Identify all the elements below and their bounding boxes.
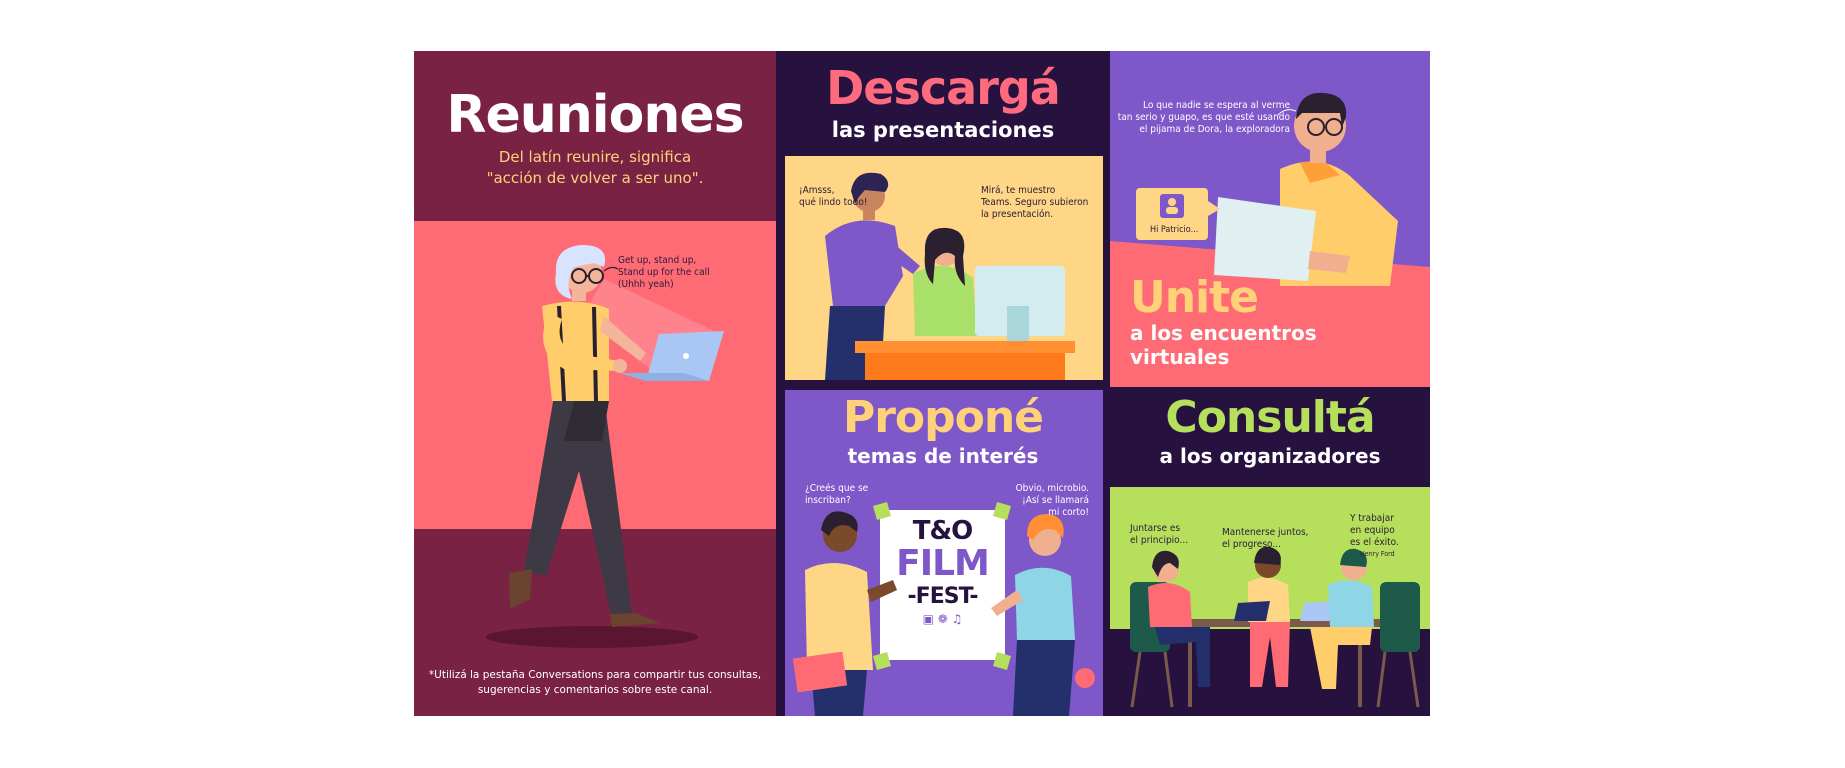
propone-title: Proponé (842, 392, 1044, 443)
consulta-bubble1-1: Juntarse es (1130, 523, 1181, 534)
consulta-bubble3-1: Y trabajar (1350, 513, 1395, 524)
bubble-right-3: la presentación. (981, 209, 1054, 220)
reuniones-definition-1: Del latín reunire, significa (498, 148, 692, 166)
descarga-subtitle: las presentaciones (831, 118, 1055, 142)
speech-line-1: Get up, stand up, (618, 255, 697, 266)
infographic-poster: Reuniones Del latín reunire, significa "… (414, 51, 1430, 716)
unite-speech-3: el pijama de Dora, la exploradora (1139, 124, 1290, 135)
consulta-bubble3-3: es el éxito. (1350, 537, 1399, 548)
poster-line-3: -FEST- (907, 584, 979, 609)
bubble-right-2: Teams. Seguro subieron (981, 197, 1089, 208)
panel-consulta: Consultá a los organizadores Juntarse es… (1110, 387, 1430, 716)
unite-title: Unite (1130, 272, 1259, 323)
consulta-bubble1-2: el principio... (1130, 535, 1189, 546)
panel-descarga: ¡Amsss, qué lindo todo! Mirá, te muestro… (776, 51, 1110, 387)
consulta-bubble2-1: Mantenerse juntos, (1222, 527, 1309, 538)
propone-bubble-right-2: ¡Así se llamará (1022, 495, 1089, 506)
panel-propone: ¿Creés que se inscriban? Obvio, microbio… (776, 387, 1110, 716)
bubble-left-2: qué lindo todo! (799, 197, 868, 208)
consulta-bubble3-2: en equipo (1350, 525, 1395, 536)
propone-bubble-left-2: inscriban? (805, 495, 851, 506)
poster-line-1: T&O (912, 516, 974, 546)
poster-icons: ▣ ❁ ♫ (922, 612, 963, 626)
consulta-bubble2-2: el progreso... (1222, 539, 1281, 550)
speech-line-3: (Uhhh yeah) (618, 279, 674, 290)
footnote-line-1: *Utilizá la pestaña Conversations para c… (428, 669, 762, 681)
unite-subtitle-1: a los encuentros (1130, 321, 1317, 345)
reuniones-title: Reuniones (446, 85, 744, 145)
office-scene: ¡Amsss, qué lindo todo! Mirá, te muestro… (785, 156, 1103, 380)
consulta-subtitle: a los organizadores (1159, 444, 1381, 468)
chat-label: Hi Patricio... (1150, 225, 1199, 235)
bubble-left-1: ¡Amsss, (799, 185, 835, 196)
propone-bubble-left-1: ¿Creés que se (805, 483, 869, 494)
footnote-line-2: sugerencias y comentarios sobre este can… (477, 684, 713, 696)
consulta-bubble3-author: Henry Ford (1360, 550, 1395, 558)
consulta-title: Consultá (1165, 392, 1375, 443)
propone-bubble-right-1: Obvio, microbio. (1015, 483, 1089, 494)
descarga-title: Descargá (826, 61, 1061, 115)
reuniones-definition-2: "acción de volver a ser uno". (486, 169, 704, 187)
panel-unite: Lo que nadie se espera al verme tan seri… (1110, 51, 1430, 387)
propone-subtitle: temas de interés (847, 444, 1039, 468)
speech-line-2: Stand up for the call (618, 267, 710, 278)
unite-speech-1: Lo que nadie se espera al verme (1143, 100, 1290, 111)
bubble-right-1: Mirá, te muestro (981, 185, 1056, 196)
panel-reuniones: Reuniones Del latín reunire, significa "… (414, 51, 776, 716)
unite-speech-2: tan serio y guapo, es que esté usando (1117, 112, 1290, 123)
poster-line-2: FILM (896, 543, 990, 584)
unite-subtitle-2: virtuales (1130, 345, 1230, 369)
